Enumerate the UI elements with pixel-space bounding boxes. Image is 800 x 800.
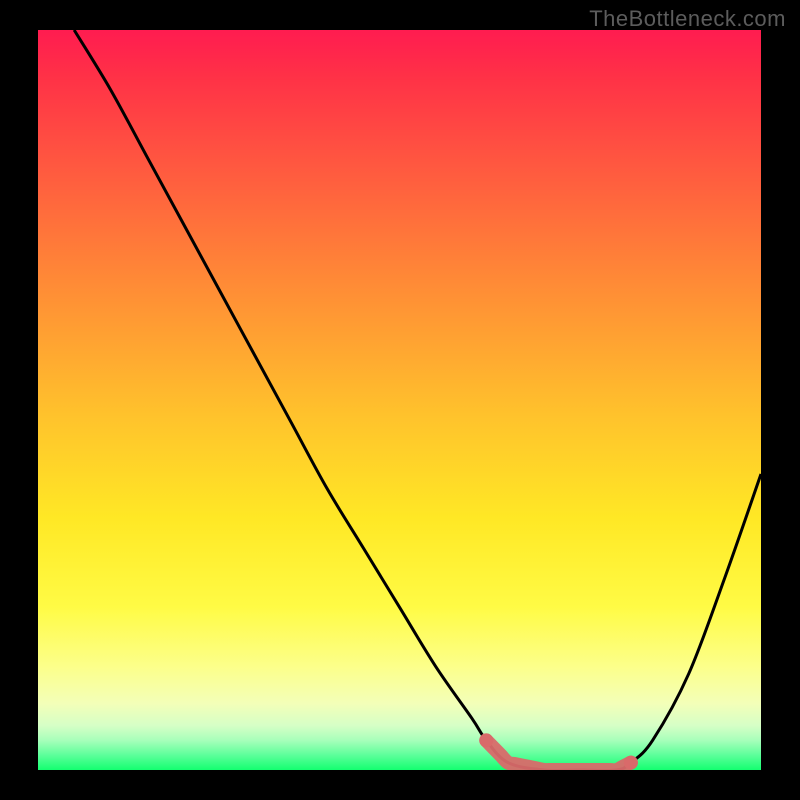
highlight-end-dot (624, 756, 638, 770)
chart-frame: TheBottleneck.com (0, 0, 800, 800)
chart-svg (38, 30, 761, 770)
bottleneck-curve-line (74, 30, 761, 770)
highlight-start-dot (479, 733, 493, 747)
plot-area (38, 30, 761, 770)
watermark-text: TheBottleneck.com (589, 6, 786, 32)
minimum-highlight-band (486, 740, 631, 770)
